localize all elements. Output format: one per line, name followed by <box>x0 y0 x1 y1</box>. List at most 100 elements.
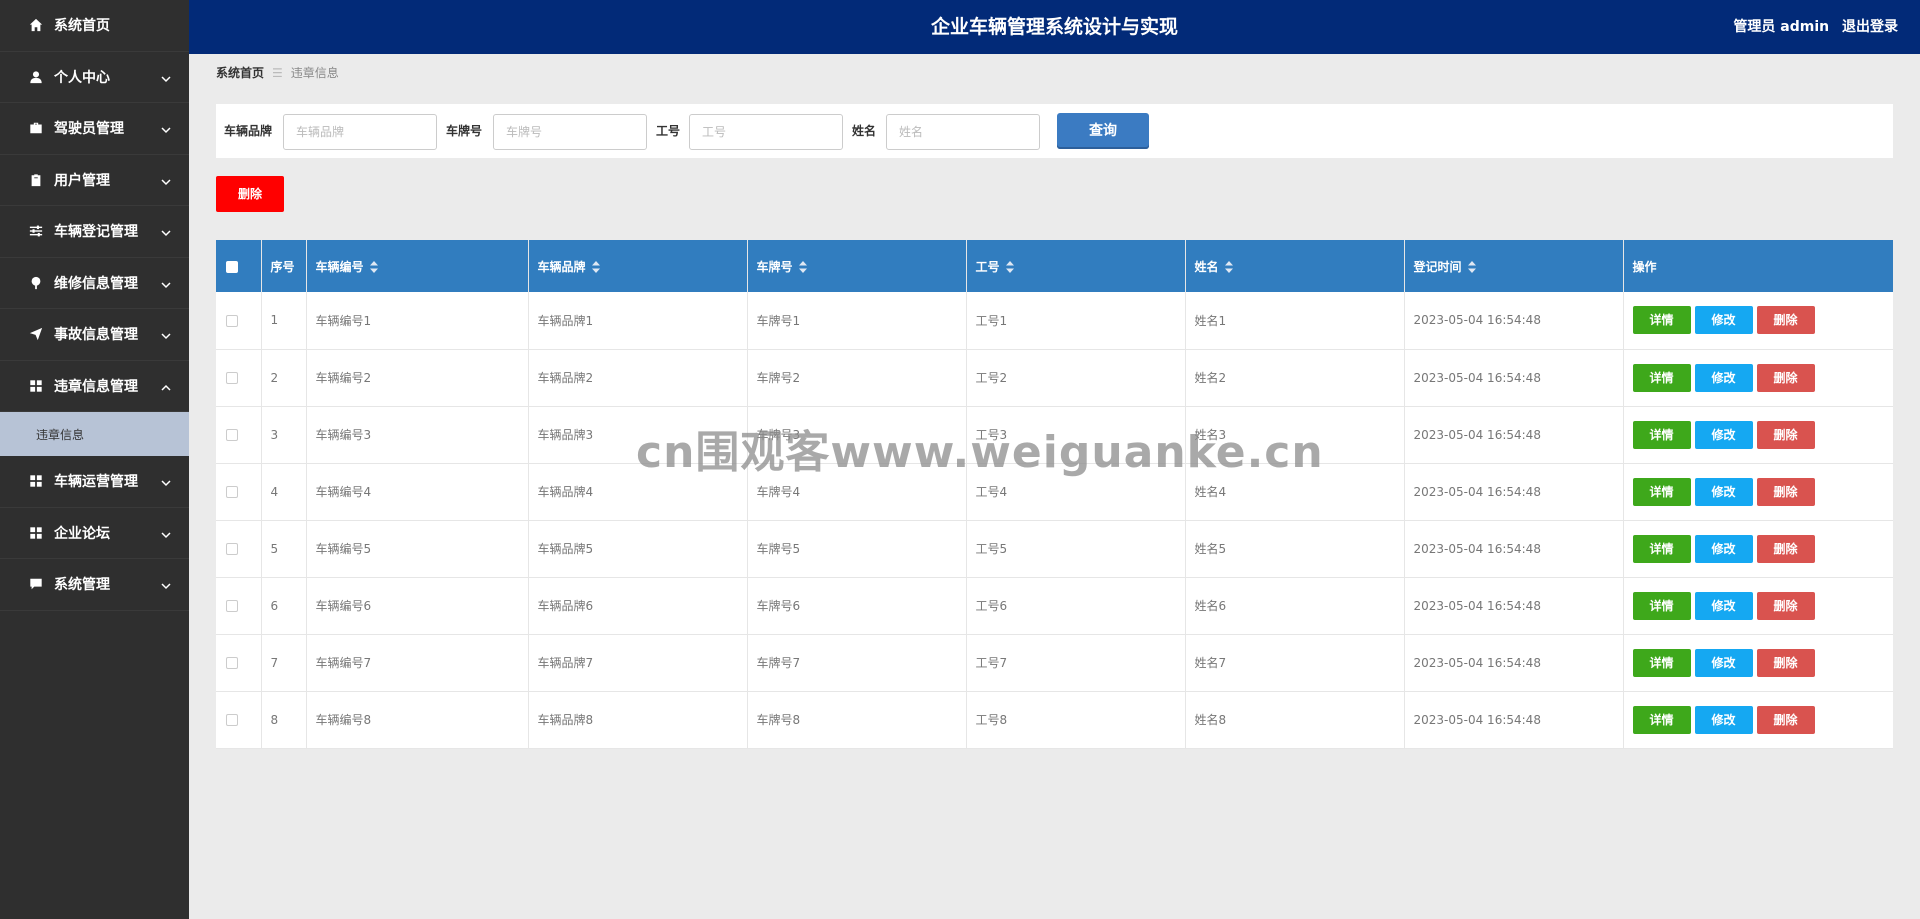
row-checkbox[interactable] <box>226 372 238 384</box>
table-body: 1 车辆编号1 车辆品牌1 车牌号1 工号1 姓名1 2023-05-04 16:54:48… <box>216 292 1893 749</box>
cell-plate: 车牌号5 <box>747 520 967 578</box>
delete-button[interactable]: 删除 <box>1756 534 1815 563</box>
cell-name: 姓名6 <box>1185 577 1405 635</box>
sidebar-item-user-mgmt[interactable]: 用户管理 <box>0 155 189 206</box>
cell-ops: 详情 修改 删除 <box>1623 520 1893 578</box>
row-checkbox[interactable] <box>226 714 238 726</box>
table-row: 7 车辆编号7 车辆品牌7 车牌号7 工号7 姓名7 2023-05-04 16:54:48… <box>216 634 1893 692</box>
cell-ops: 详情 修改 删除 <box>1623 577 1893 635</box>
detail-button[interactable]: 详情 <box>1632 705 1691 734</box>
cell-workno: 工号7 <box>966 634 1186 692</box>
top-header: 企业车辆管理系统设计与实现 管理员 admin 退出登录 <box>189 0 1920 54</box>
name-input[interactable] <box>886 114 1040 150</box>
query-button[interactable]: 查询 <box>1057 113 1149 149</box>
logout-link[interactable]: 退出登录 <box>1842 19 1898 35</box>
header-name[interactable]: 姓名 <box>1185 240 1405 292</box>
select-all-checkbox[interactable] <box>226 260 238 273</box>
detail-button[interactable]: 详情 <box>1632 591 1691 620</box>
delete-button[interactable]: 删除 <box>1756 648 1815 677</box>
sort-icon[interactable] <box>591 261 600 273</box>
cell-plate: 车牌号2 <box>747 349 967 407</box>
edit-button[interactable]: 修改 <box>1694 591 1753 620</box>
cell-name: 姓名8 <box>1185 691 1405 749</box>
sidebar-item-violation[interactable]: 违章信息管理 <box>0 361 189 412</box>
sidebar-item-personal-center[interactable]: 个人中心 <box>0 52 189 103</box>
chevron-down-icon <box>161 579 171 590</box>
edit-button[interactable]: 修改 <box>1694 648 1753 677</box>
app-title: 企业车辆管理系统设计与实现 <box>930 16 1178 38</box>
sidebar-item-accident[interactable]: 事故信息管理 <box>0 309 189 361</box>
breadcrumb-current: 违章信息 <box>290 66 339 80</box>
sort-icon[interactable] <box>798 261 807 273</box>
sidebar-item-system-mgmt[interactable]: 系统管理 <box>0 559 189 611</box>
header-workno[interactable]: 工号 <box>966 240 1186 292</box>
header-label: 姓名 <box>1194 259 1219 274</box>
delete-button[interactable]: 删除 <box>1756 306 1815 335</box>
delete-button[interactable]: 删除 <box>1756 705 1815 734</box>
detail-button[interactable]: 详情 <box>1632 306 1691 335</box>
edit-button[interactable]: 修改 <box>1694 705 1753 734</box>
delete-button[interactable]: 删除 <box>1756 420 1815 449</box>
row-checkbox[interactable] <box>226 543 238 555</box>
sidebar-subitem-label: 违章信息 <box>36 427 85 442</box>
edit-button[interactable]: 修改 <box>1694 534 1753 563</box>
cell-index: 4 <box>261 463 307 521</box>
row-checkbox[interactable] <box>226 600 238 612</box>
edit-button[interactable]: 修改 <box>1694 363 1753 392</box>
breadcrumb-home[interactable]: 系统首页 <box>216 66 264 80</box>
sidebar-item-home[interactable]: 系统首页 <box>0 0 189 52</box>
sidebar-item-label: 驾驶员管理 <box>54 121 124 138</box>
table-row: 4 车辆编号4 车辆品牌4 车牌号4 工号4 姓名4 2023-05-04 16:54:48… <box>216 463 1893 521</box>
delete-button[interactable]: 删除 <box>1756 591 1815 620</box>
edit-button[interactable]: 修改 <box>1694 306 1753 335</box>
chevron-down-icon <box>161 123 171 134</box>
workno-label: 工号 <box>656 124 681 138</box>
sidebar-item-vehicle-registration[interactable]: 车辆登记管理 <box>0 206 189 258</box>
sidebar-subitem-violation-info[interactable]: 违章信息 <box>0 412 189 456</box>
batch-delete-button[interactable]: 删除 <box>216 176 284 212</box>
header-plate[interactable]: 车牌号 <box>747 240 967 292</box>
sidebar-item-vehicle-operation[interactable]: 车辆运营管理 <box>0 456 189 508</box>
delete-button[interactable]: 删除 <box>1756 363 1815 392</box>
sidebar-item-maintenance[interactable]: 维修信息管理 <box>0 258 189 309</box>
detail-button[interactable]: 详情 <box>1632 363 1691 392</box>
sort-icon[interactable] <box>1224 261 1233 273</box>
cell-brand: 车辆品牌5 <box>528 520 748 578</box>
clipboard-icon <box>28 172 44 188</box>
edit-button[interactable]: 修改 <box>1694 477 1753 506</box>
detail-button[interactable]: 详情 <box>1632 477 1691 506</box>
row-checkbox[interactable] <box>226 486 238 498</box>
cell-workno: 工号8 <box>966 691 1186 749</box>
sort-icon[interactable] <box>369 261 378 273</box>
chevron-down-icon <box>161 329 171 340</box>
row-checkbox[interactable] <box>226 314 238 327</box>
cell-ops: 详情 修改 删除 <box>1623 691 1893 749</box>
cell-name: 姓名2 <box>1185 349 1405 407</box>
row-checkbox[interactable] <box>226 429 238 441</box>
detail-button[interactable]: 详情 <box>1632 534 1691 563</box>
detail-button[interactable]: 详情 <box>1632 420 1691 449</box>
header-brand[interactable]: 车辆品牌 <box>528 240 748 292</box>
plate-label: 车牌号 <box>446 124 483 138</box>
sidebar-item-driver-mgmt[interactable]: 驾驶员管理 <box>0 103 189 155</box>
row-checkbox[interactable] <box>226 657 238 669</box>
plate-input[interactable] <box>493 114 647 150</box>
sidebar-item-label: 系统管理 <box>54 577 110 594</box>
sort-icon[interactable] <box>1467 261 1476 273</box>
sidebar-item-forum[interactable]: 企业论坛 <box>0 508 189 559</box>
delete-button[interactable]: 删除 <box>1756 477 1815 506</box>
detail-button[interactable]: 详情 <box>1632 648 1691 677</box>
header-time[interactable]: 登记时间 <box>1404 240 1624 292</box>
workno-input[interactable] <box>689 114 843 150</box>
cell-index: 1 <box>261 292 307 350</box>
cell-index: 8 <box>261 691 307 749</box>
brand-input[interactable] <box>283 114 437 150</box>
table-row: 5 车辆编号5 车辆品牌5 车牌号5 工号5 姓名5 2023-05-04 16:54:48… <box>216 520 1893 578</box>
header-vehicle-no[interactable]: 车辆编号 <box>306 240 529 292</box>
pin-icon <box>28 275 44 291</box>
sort-icon[interactable] <box>1005 261 1014 273</box>
edit-button[interactable]: 修改 <box>1694 420 1753 449</box>
header-index: 序号 <box>261 240 307 292</box>
current-user-label: 管理员 admin <box>1733 19 1830 35</box>
row-select-cell <box>216 349 262 407</box>
